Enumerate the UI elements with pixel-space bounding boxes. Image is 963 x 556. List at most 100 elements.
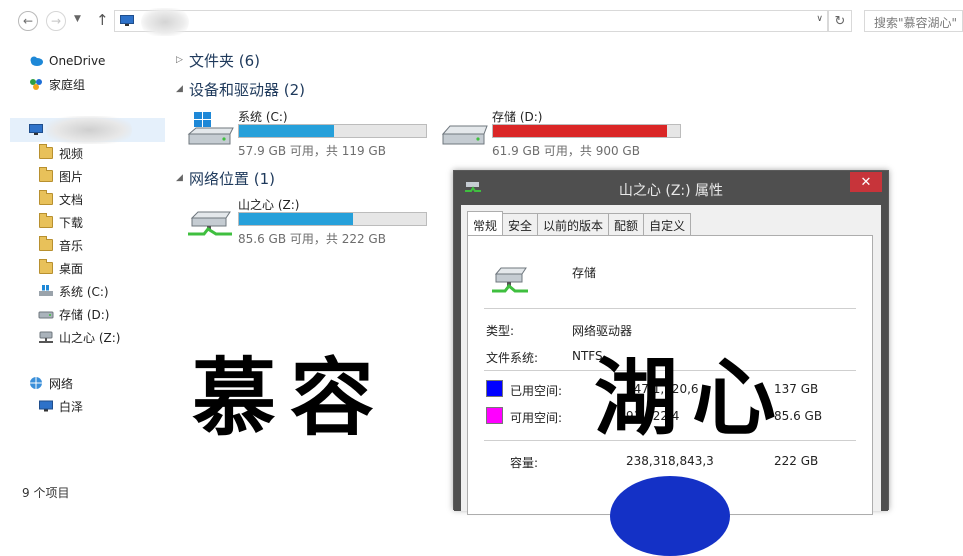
drive-tile-c[interactable]: 系统 (C:) 57.9 GB 可用，共 119 GB [186, 108, 446, 158]
expand-arrow-icon: ▷ [176, 55, 183, 65]
computer-icon [120, 15, 134, 26]
nav-item-label: 视频 [59, 146, 84, 161]
type-value: 网络驱动器 [572, 324, 633, 338]
free-space-label: 可用空间: [510, 411, 563, 425]
nav-item-desktop[interactable]: 桌面 [38, 258, 83, 278]
group-header-network[interactable]: ◢ 网络位置 (1) [176, 167, 275, 189]
used-space-swatch [486, 380, 503, 397]
drive-tile-d[interactable]: 存储 (D:) 61.9 GB 可用，共 900 GB [440, 108, 700, 158]
drive-tile-z[interactable]: 山之心 (Z:) 85.6 GB 可用，共 222 GB [186, 196, 446, 246]
tab-customize[interactable]: 自定义 [643, 213, 692, 235]
desktop-folder-icon [38, 259, 54, 275]
nav-item-drive-c[interactable]: 系统 (C:) [38, 281, 109, 301]
drive-usage-fill [493, 125, 667, 137]
nav-item-onedrive[interactable]: OneDrive [28, 51, 105, 71]
network-drive-icon [492, 267, 528, 293]
capacity-label: 容量: [510, 456, 539, 470]
network-drive-icon [188, 211, 232, 236]
separator [484, 308, 856, 309]
nav-item-drive-d[interactable]: 存储 (D:) [38, 304, 109, 324]
downloads-folder-icon [38, 213, 54, 229]
collapse-arrow-icon: ◢ [176, 173, 183, 183]
network-icon [30, 377, 42, 389]
dialog-title: 山之心 (Z:) 属性 [618, 183, 724, 199]
nav-item-label: 音乐 [59, 238, 84, 253]
used-space-label: 已用空间: [510, 384, 563, 398]
nav-item-label: 下载 [59, 215, 84, 230]
computer-icon [39, 400, 53, 412]
item-count: 9 个项目 [22, 486, 70, 500]
navigation-pane: OneDrive 家庭组 视频 图片 文档 下载 音乐 桌面 系统 (C:) 存… [0, 40, 166, 502]
collapse-arrow-icon: ◢ [176, 84, 183, 94]
tab-quota[interactable]: 配额 [608, 213, 645, 235]
drive-label: 存储 [572, 266, 597, 280]
drive-name: 山之心 (Z:) [238, 198, 300, 212]
usage-pie-chart [610, 476, 730, 556]
refresh-icon[interactable]: ↻ [828, 10, 852, 32]
nav-item-pictures[interactable]: 图片 [38, 166, 83, 186]
tab-security[interactable]: 安全 [502, 213, 539, 235]
drive-free-text: 61.9 GB 可用，共 900 GB [492, 144, 640, 158]
address-toolbar: ← → ▼ ↑ ∨ ↻ 搜索"慕容湖心" [0, 0, 963, 40]
type-label: 类型: [486, 324, 515, 338]
nav-item-baize[interactable]: 白泽 [38, 396, 83, 416]
search-input[interactable]: 搜索"慕容湖心" [864, 10, 963, 32]
capacity-gb: 222 GB [774, 454, 819, 468]
system-drive-icon [39, 285, 53, 296]
nav-item-homegroup[interactable]: 家庭组 [28, 74, 85, 94]
chevron-down-icon[interactable]: ∨ [816, 14, 823, 24]
homegroup-icon [30, 79, 42, 90]
pictures-folder-icon [38, 167, 54, 183]
nav-item-label: 山之心 (Z:) [59, 330, 121, 345]
drive-usage-bar [238, 124, 427, 138]
filesystem-label: 文件系统: [486, 351, 539, 365]
nav-item-label: 文档 [59, 192, 84, 207]
nav-item-label: 白泽 [59, 399, 84, 414]
nav-item-music[interactable]: 音乐 [38, 235, 83, 255]
network-drive-icon [39, 331, 53, 343]
dialog-titlebar[interactable]: 山之心 (Z:) 属性 ✕ [454, 171, 888, 205]
capacity-bytes: 238,318,843,3 [626, 454, 714, 468]
seal-characters-left: 慕容 [192, 348, 389, 447]
drive-name: 系统 (C:) [238, 110, 288, 124]
history-chevron-down-icon[interactable]: ▼ [74, 14, 81, 24]
group-title: 设备和驱动器 (2) [189, 80, 306, 99]
drive-usage-fill [239, 125, 335, 137]
nav-item-this-pc[interactable] [10, 116, 165, 144]
drive-icon [38, 311, 54, 319]
nav-item-label: 桌面 [59, 261, 84, 276]
drive-free-text: 85.6 GB 可用，共 222 GB [238, 232, 386, 246]
back-arrow-icon[interactable]: ← [18, 11, 38, 31]
nav-item-label: 图片 [59, 169, 84, 184]
nav-item-label: 存储 (D:) [59, 307, 110, 322]
group-title: 网络位置 (1) [189, 169, 276, 188]
system-drive-icon [187, 112, 234, 145]
drive-icon [441, 125, 488, 145]
nav-item-videos[interactable]: 视频 [38, 143, 83, 163]
blurred-path-segment [141, 8, 189, 36]
music-folder-icon [38, 236, 54, 252]
nav-item-network[interactable]: 网络 [28, 373, 73, 393]
tab-general[interactable]: 常规 [467, 211, 504, 235]
drive-name: 存储 (D:) [492, 110, 543, 124]
nav-item-documents[interactable]: 文档 [38, 189, 83, 209]
nav-item-label: 系统 (C:) [59, 284, 109, 299]
forward-arrow-icon[interactable]: → [46, 11, 66, 31]
tab-previous-versions[interactable]: 以前的版本 [537, 213, 610, 235]
documents-folder-icon [38, 190, 54, 206]
group-header-devices[interactable]: ◢ 设备和驱动器 (2) [176, 78, 305, 100]
nav-item-label: OneDrive [49, 54, 106, 68]
nav-item-label: 网络 [49, 376, 74, 391]
nav-item-drive-z[interactable]: 山之心 (Z:) [38, 327, 120, 347]
address-bar[interactable]: ∨ [114, 8, 828, 36]
drive-usage-fill [239, 213, 354, 225]
drive-usage-bar [238, 212, 427, 226]
group-header-folders[interactable]: ▷ 文件夹 (6) [176, 49, 260, 71]
up-arrow-icon[interactable]: ↑ [96, 11, 109, 29]
free-space-swatch [486, 407, 503, 424]
close-icon[interactable]: ✕ [850, 172, 882, 192]
computer-icon [29, 124, 43, 135]
tab-strip: 常规 安全 以前的版本 配额 自定义 [467, 211, 692, 235]
drive-free-text: 57.9 GB 可用，共 119 GB [238, 144, 386, 158]
nav-item-downloads[interactable]: 下载 [38, 212, 83, 232]
